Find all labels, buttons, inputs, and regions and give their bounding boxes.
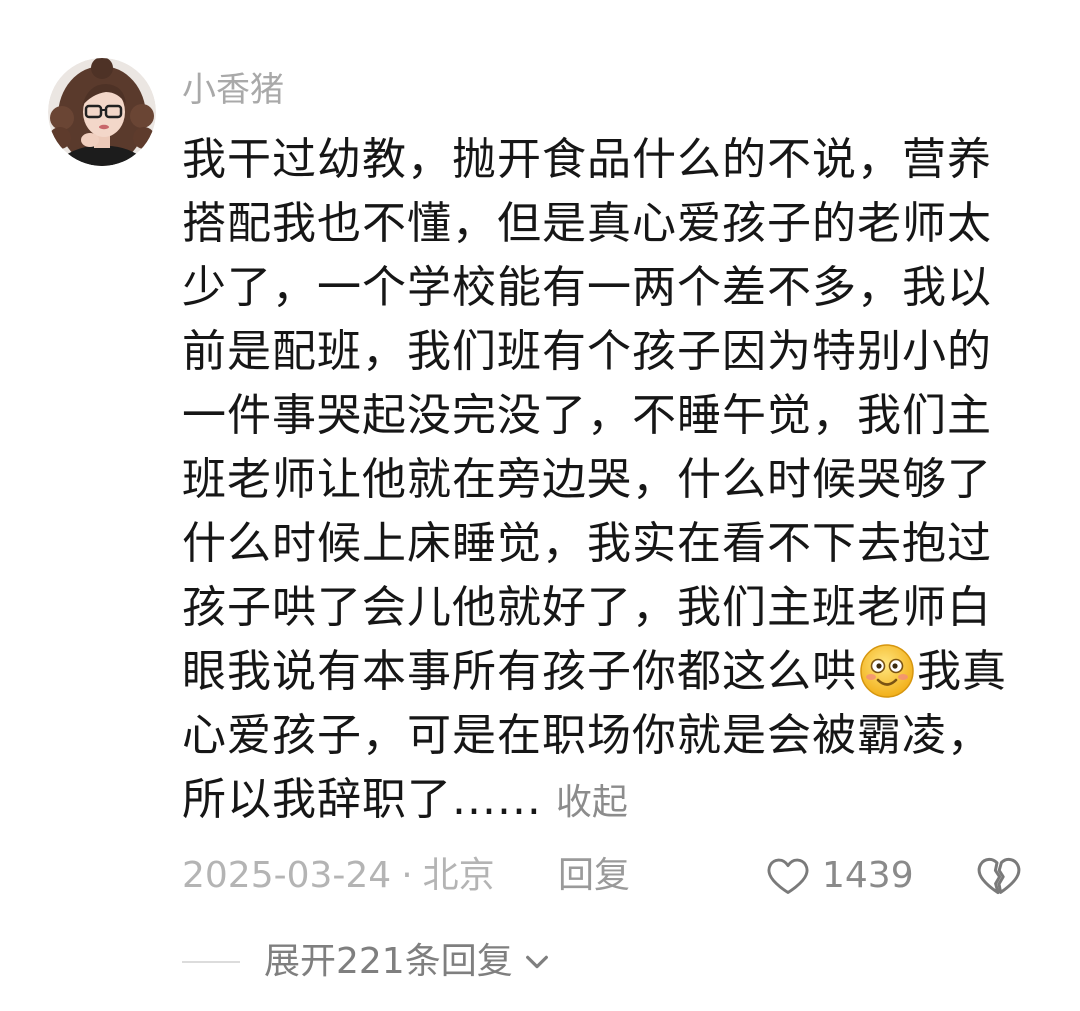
- comment-date: 2025-03-24: [182, 855, 392, 896]
- comment-line: 心爱孩子，可是在职场你就是会被霸凌，: [182, 710, 992, 761]
- comment-text-segment: 所以我辞职了......: [182, 774, 542, 825]
- comment-line: 少了，一个学校能有一两个差不多，我以: [182, 262, 992, 313]
- comment-line: 班老师让他就在旁边哭，什么时候哭够了: [182, 454, 992, 505]
- comment-line: 什么时候上床睡觉，我实在看不下去抱过: [182, 518, 992, 569]
- divider: [182, 961, 240, 963]
- comment-line: 眼我说有本事所有孩子你都这么哄 我真: [182, 640, 1042, 704]
- comment-line: 前是配班，我们班有个孩子因为特别小的: [182, 326, 992, 377]
- avatar[interactable]: [48, 58, 156, 166]
- broken-heart-icon: [977, 857, 1021, 895]
- collapse-button[interactable]: 收起: [556, 782, 628, 823]
- like-count: 1439: [822, 855, 914, 896]
- chevron-down-icon: [525, 955, 548, 969]
- comment-line: 一件事哭起没完没了，不睡午觉，我们主: [182, 390, 992, 441]
- heart-outline-icon: [767, 858, 809, 894]
- comment-line: 孩子哄了会儿他就好了，我们主班老师白: [182, 582, 992, 633]
- comment-text-segment: 眼我说有本事所有孩子你都这么哄: [182, 646, 857, 697]
- smile-emoji: [859, 643, 915, 699]
- comment-line: 我干过幼教，抛开食品什么的不说，营养: [182, 134, 992, 185]
- meta-separator: ·: [401, 855, 413, 896]
- comment-location: 北京: [422, 855, 495, 896]
- comment-text-segment: 我真: [917, 646, 1007, 697]
- expand-replies-button[interactable]: 展开221条回复: [264, 938, 553, 986]
- reply-button[interactable]: 回复: [558, 852, 630, 900]
- comment-text: 我干过幼教，抛开食品什么的不说，营养 搭配我也不懂，但是真心爱孩子的老师太 少了…: [182, 128, 1042, 832]
- comment-meta: 2025-03-24 · 北京: [182, 852, 495, 900]
- expand-replies-row: 展开221条回复: [182, 938, 553, 986]
- like-button[interactable]: 1439: [764, 852, 914, 900]
- expand-replies-label: 展开221条回复: [264, 941, 513, 982]
- comment-line-last: 所以我辞职了...... 收起: [182, 768, 1042, 832]
- dislike-button[interactable]: [974, 852, 1024, 900]
- username[interactable]: 小香猪: [182, 68, 284, 112]
- comment-line: 搭配我也不懂，但是真心爱孩子的老师太: [182, 198, 992, 249]
- avatar-photo: [48, 58, 156, 166]
